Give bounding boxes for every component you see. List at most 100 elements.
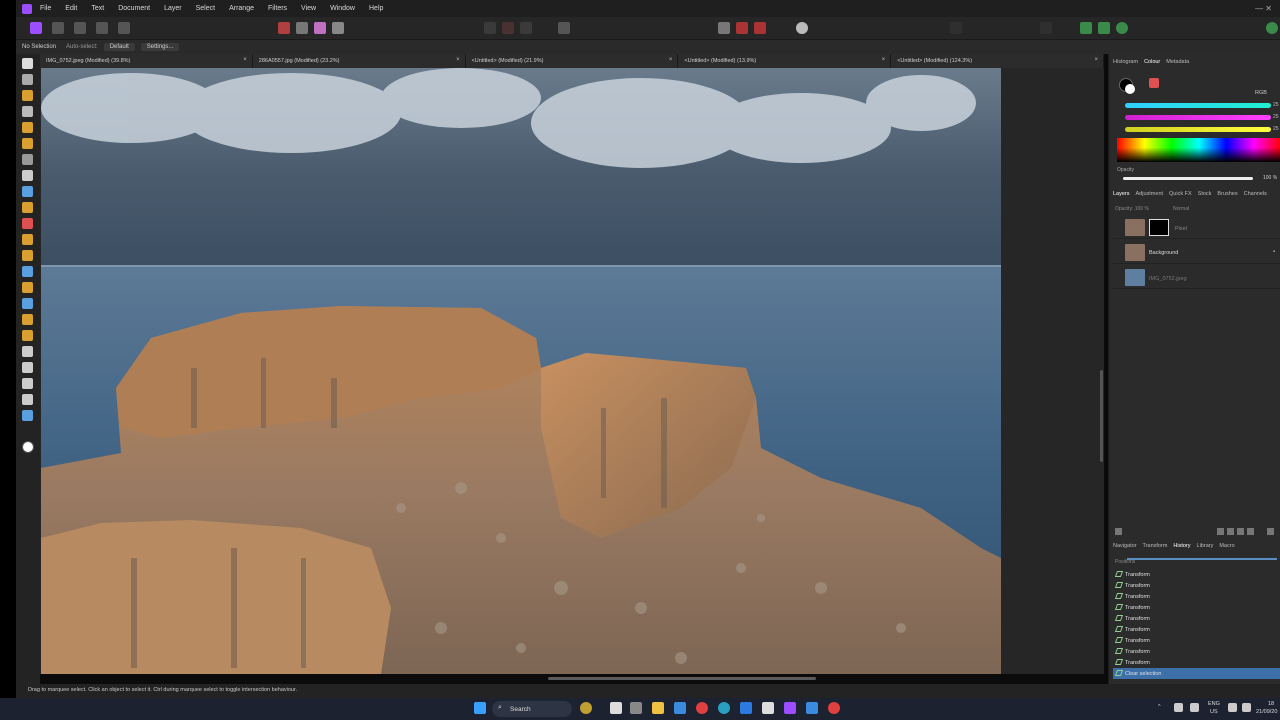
doc-tab[interactable]: <Untitled> (Modified) (13.9%) × — [678, 54, 892, 68]
view-tool-icon[interactable] — [22, 74, 33, 85]
red-eye-tool-icon[interactable] — [22, 330, 33, 341]
rect-select-icon[interactable] — [22, 170, 33, 181]
layer-row[interactable]: Background ▪ — [1113, 242, 1280, 264]
shape-tool-icon[interactable] — [22, 362, 33, 373]
tab-layers[interactable]: Layers — [1113, 191, 1130, 197]
menu-text[interactable]: Text — [91, 5, 104, 12]
widgets-icon[interactable] — [580, 702, 592, 714]
history-item[interactable]: Transform — [1113, 646, 1280, 657]
layer-opacity[interactable]: Opacity: 100 % — [1115, 206, 1149, 212]
settings-button[interactable]: Settings... — [140, 43, 180, 51]
tab-adjustment[interactable]: Adjustment — [1136, 191, 1164, 197]
horizontal-scrollbar[interactable] — [548, 677, 816, 680]
color-swatch[interactable] — [22, 441, 34, 453]
selection-brush-icon[interactable] — [22, 122, 33, 133]
cyan-slider[interactable] — [1125, 103, 1271, 108]
arrange-icon[interactable] — [950, 22, 962, 34]
mesh-warp-icon[interactable] — [22, 394, 33, 405]
slider-value[interactable]: 25 — [1273, 114, 1279, 120]
messenger-icon[interactable] — [806, 702, 818, 714]
file-explorer-icon[interactable] — [652, 702, 664, 714]
auto-select-dropdown[interactable]: Default — [103, 43, 135, 51]
close-icon[interactable]: × — [1094, 57, 1098, 63]
paint-brush-icon[interactable] — [22, 202, 33, 213]
flood-fill-icon[interactable] — [22, 250, 33, 261]
photo-canvas[interactable] — [41, 68, 1001, 674]
layer-row[interactable]: Pixel — [1113, 217, 1280, 239]
liquify-persona-icon[interactable] — [52, 22, 64, 34]
tab-macro[interactable]: Macro — [1219, 543, 1234, 549]
history-item[interactable]: Transform — [1113, 580, 1280, 591]
photo-persona-icon[interactable] — [30, 22, 42, 34]
menu-document[interactable]: Document — [118, 5, 150, 12]
mail-icon[interactable] — [740, 702, 752, 714]
auto-contrast-icon[interactable] — [296, 22, 308, 34]
slider-value[interactable]: 25 — [1273, 126, 1279, 132]
adjustment-icon[interactable] — [1217, 528, 1224, 535]
white-balance-icon[interactable] — [332, 22, 344, 34]
blend-mode-dropdown[interactable]: Normal — [1173, 206, 1189, 212]
menu-layer[interactable]: Layer — [164, 5, 182, 12]
menu-window[interactable]: Window — [330, 5, 355, 12]
color-spectrum[interactable] — [1117, 138, 1280, 162]
export-persona-icon[interactable] — [118, 22, 130, 34]
app-icon[interactable] — [674, 702, 686, 714]
tray-chevron-icon[interactable]: ^ — [1158, 704, 1161, 710]
magenta-slider[interactable] — [1125, 115, 1271, 120]
history-item[interactable]: Transform — [1113, 635, 1280, 646]
color-picker-icon[interactable] — [22, 186, 33, 197]
tab-history[interactable]: History — [1173, 543, 1190, 549]
menu-view[interactable]: View — [301, 5, 316, 12]
layer-mask-thumbnail[interactable] — [1149, 219, 1169, 236]
tab-brushes[interactable]: Brushes — [1217, 191, 1237, 197]
wifi-icon[interactable] — [1228, 703, 1237, 712]
tab-library[interactable]: Library — [1197, 543, 1214, 549]
color-balance-icon[interactable] — [314, 22, 326, 34]
close-icon[interactable]: × — [456, 57, 460, 63]
task-view-icon[interactable] — [610, 702, 622, 714]
audio-app-icon[interactable] — [762, 702, 774, 714]
chrome-profile-icon[interactable] — [828, 702, 840, 714]
yellow-slider[interactable] — [1125, 127, 1271, 132]
layer-row[interactable]: IMG_0752.jpeg — [1113, 267, 1280, 289]
freehand-select-icon[interactable] — [22, 154, 33, 165]
studio-link-2-icon[interactable] — [1098, 22, 1110, 34]
menu-select[interactable]: Select — [196, 5, 215, 12]
develop-persona-icon[interactable] — [74, 22, 86, 34]
color-model-dropdown[interactable]: RGB — [1255, 90, 1267, 96]
levels-icon[interactable] — [278, 22, 290, 34]
start-icon[interactable] — [474, 702, 486, 714]
doc-tab[interactable]: <Untitled> (Modified) (21.9%) × — [466, 54, 679, 68]
chrome-icon[interactable] — [696, 702, 708, 714]
add-layer-icon[interactable] — [1267, 528, 1274, 535]
dodge-brush-icon[interactable] — [22, 282, 33, 293]
doc-tab[interactable]: 286A0557.jpg (Modified) (23.2%) × — [253, 54, 466, 68]
selection-mode-new-icon[interactable] — [484, 22, 496, 34]
affinity-photo-icon[interactable] — [784, 702, 796, 714]
app-icon[interactable] — [630, 702, 642, 714]
erase-brush-icon[interactable] — [22, 234, 33, 245]
window-controls[interactable]: — ✕ — [1255, 4, 1272, 13]
mic-icon[interactable] — [1190, 703, 1199, 712]
opacity-value[interactable]: 100 % — [1263, 175, 1277, 181]
history-item[interactable]: Transform — [1113, 602, 1280, 613]
menu-arrange[interactable]: Arrange — [229, 5, 254, 12]
doc-tab[interactable]: IMG_0752.jpeg (Modified) (39.8%) × — [40, 54, 253, 68]
menu-file[interactable]: File — [40, 5, 51, 12]
tab-histogram[interactable]: Histogram — [1113, 59, 1138, 65]
history-slider[interactable] — [1127, 558, 1277, 560]
opacity-slider[interactable] — [1123, 177, 1253, 180]
tab-metadata[interactable]: Metadata — [1166, 59, 1189, 65]
panel-options-icon[interactable] — [1115, 528, 1122, 535]
tone-mapping-persona-icon[interactable] — [96, 22, 108, 34]
tab-stock[interactable]: Stock — [1198, 191, 1212, 197]
record-macro-icon[interactable] — [736, 22, 748, 34]
volume-icon[interactable] — [1242, 703, 1251, 712]
marquee-tool-icon[interactable] — [22, 106, 33, 117]
user-icon[interactable] — [1266, 22, 1278, 34]
edge-icon[interactable] — [718, 702, 730, 714]
selection-mode-add-icon[interactable] — [502, 22, 514, 34]
clock-time[interactable]: 18 — [1268, 701, 1274, 707]
clone-brush-icon[interactable] — [22, 298, 33, 309]
menu-help[interactable]: Help — [369, 5, 383, 12]
